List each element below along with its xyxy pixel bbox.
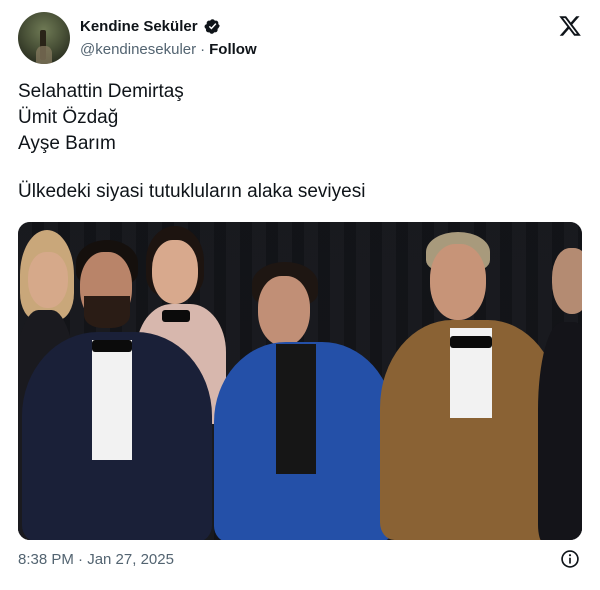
author-name-row: Kendine Seküler: [80, 18, 221, 35]
photo-person-middle-man: [204, 262, 394, 540]
photo-person-right-man: [380, 232, 560, 540]
author-handle[interactable]: @kendinesekuler: [80, 41, 196, 58]
author-avatar[interactable]: [18, 12, 70, 64]
follow-button[interactable]: Follow: [209, 41, 257, 58]
tweet-line-2: Ümit Özdağ: [18, 107, 119, 128]
tweet-footer: 8:38 PM · Jan 27, 2025: [18, 549, 582, 571]
x-logo-icon[interactable]: [558, 14, 582, 38]
handle-separator: ·: [200, 41, 206, 58]
tweet-media-photo[interactable]: [18, 222, 582, 540]
verified-badge-icon: [204, 19, 220, 34]
tweet-text: Selahattin Demirtaş Ümit Özdağ Ayşe Barı…: [18, 79, 578, 205]
info-icon[interactable]: [560, 549, 580, 569]
tweet-line-5: Ülkedeki siyasi tutukluların alaka seviy…: [18, 181, 366, 202]
tweet-line-1: Selahattin Demirtaş: [18, 81, 184, 102]
tweet-header: Kendine Seküler @kendinesekuler · Follow: [18, 12, 584, 66]
tweet-line-3: Ayşe Barım: [18, 133, 116, 154]
author-display-name[interactable]: Kendine Seküler: [80, 18, 198, 35]
photo-person-far-right: [538, 242, 582, 540]
photo-person-left-man: [22, 240, 212, 540]
tweet-timestamp[interactable]: 8:38 PM · Jan 27, 2025: [18, 551, 174, 568]
avatar-path: [36, 46, 52, 64]
author-handle-row: @kendinesekuler · Follow: [80, 41, 257, 58]
